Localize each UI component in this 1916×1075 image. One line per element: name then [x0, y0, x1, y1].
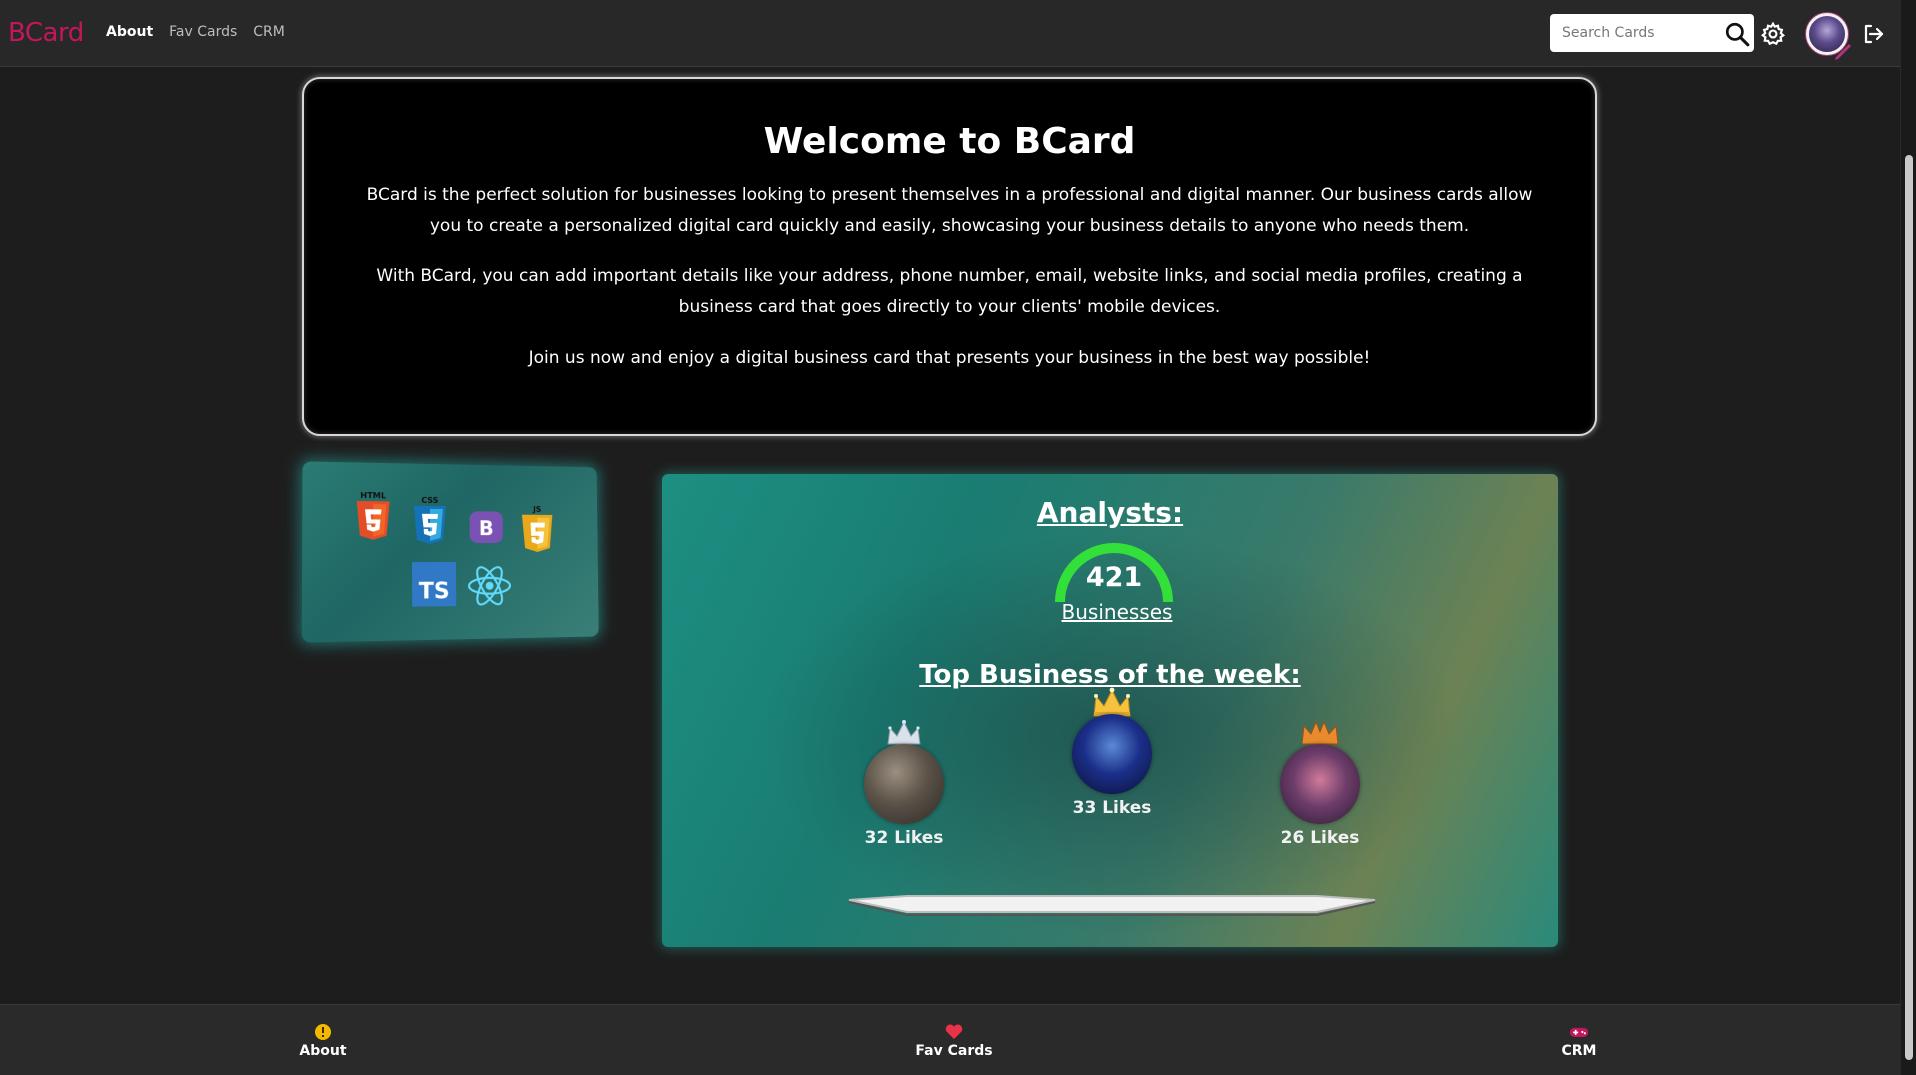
welcome-card: Welcome to BCard BCard is the perfect so…	[302, 77, 1597, 436]
svg-text:HTML: HTML	[360, 491, 386, 500]
business-image-first[interactable]	[1072, 714, 1152, 794]
page-scrollbar[interactable]	[1900, 0, 1916, 1075]
business-count: 421	[1085, 562, 1143, 593]
svg-text:TS: TS	[419, 578, 450, 604]
welcome-paragraph-1: BCard is the perfect solution for busine…	[366, 185, 1533, 236]
nav-link-fav-cards[interactable]: Fav Cards	[169, 24, 237, 40]
bootstrap-icon: B	[469, 511, 503, 544]
bottom-nav-fav-cards[interactable]: Fav Cards	[894, 1023, 1014, 1059]
svg-text:CSS: CSS	[421, 496, 438, 505]
search-icon[interactable]	[1724, 21, 1750, 47]
bottom-nav-fav-cards-label: Fav Cards	[915, 1043, 993, 1059]
gear-icon[interactable]	[1760, 21, 1786, 47]
likes-second: 32 Likes	[864, 828, 944, 848]
svg-text:JS: JS	[532, 505, 541, 514]
nav-links: About Fav Cards CRM	[106, 24, 285, 40]
javascript-icon: JS	[521, 505, 553, 552]
bottom-nav-about-label: About	[299, 1043, 347, 1059]
html5-icon: HTML	[356, 491, 390, 540]
edit-pen-icon[interactable]	[1832, 39, 1856, 63]
silver-crown-icon	[887, 720, 921, 745]
typescript-icon: TS	[412, 561, 457, 607]
business-image-third[interactable]	[1280, 744, 1360, 824]
welcome-paragraph-2: With BCard, you can add important detail…	[376, 266, 1523, 317]
bottom-navbar: About Fav Cards CRM	[0, 1004, 1900, 1075]
top-navbar: BCard About Fav Cards CRM	[0, 0, 1900, 67]
heart-icon	[945, 1024, 963, 1039]
analytics-title: Analysts:	[1036, 496, 1184, 529]
search-box	[1550, 14, 1754, 52]
react-icon	[466, 564, 513, 608]
likes-third: 26 Likes	[1280, 828, 1360, 848]
podium-first[interactable]: 33 Likes	[1052, 687, 1172, 818]
bottom-nav-crm-label: CRM	[1561, 1043, 1597, 1059]
css3-icon: CSS	[413, 496, 447, 544]
bottom-nav-crm[interactable]: CRM	[1519, 1023, 1639, 1059]
welcome-title: Welcome to BCard	[763, 121, 1136, 162]
bottom-nav-about[interactable]: About	[263, 1023, 383, 1059]
search-input[interactable]	[1550, 14, 1715, 52]
podium-third[interactable]: 26 Likes	[1260, 720, 1380, 848]
business-image-second[interactable]	[864, 744, 944, 824]
tech-stack-card: HTML CSS B JS TS	[301, 461, 599, 643]
bronze-crown-icon	[1301, 720, 1339, 745]
nav-link-crm[interactable]: CRM	[253, 24, 285, 40]
podium-second[interactable]: 32 Likes	[844, 720, 964, 848]
nav-link-about[interactable]: About	[106, 24, 153, 40]
analytics-panel: Analysts: 421 Businesses Top Business of…	[662, 474, 1558, 947]
logout-icon[interactable]	[1860, 22, 1886, 46]
welcome-paragraph-3: Join us now and enjoy a digital business…	[528, 348, 1371, 368]
business-label[interactable]: Businesses	[1052, 600, 1182, 624]
svg-text:B: B	[479, 516, 494, 540]
likes-first: 33 Likes	[1072, 798, 1152, 818]
info-icon	[315, 1024, 331, 1040]
gamepad-icon	[1569, 1027, 1589, 1037]
scroll-thumb[interactable]	[1905, 155, 1913, 1060]
podium-platform	[848, 895, 1376, 916]
brand-logo[interactable]: BCard	[8, 18, 84, 48]
